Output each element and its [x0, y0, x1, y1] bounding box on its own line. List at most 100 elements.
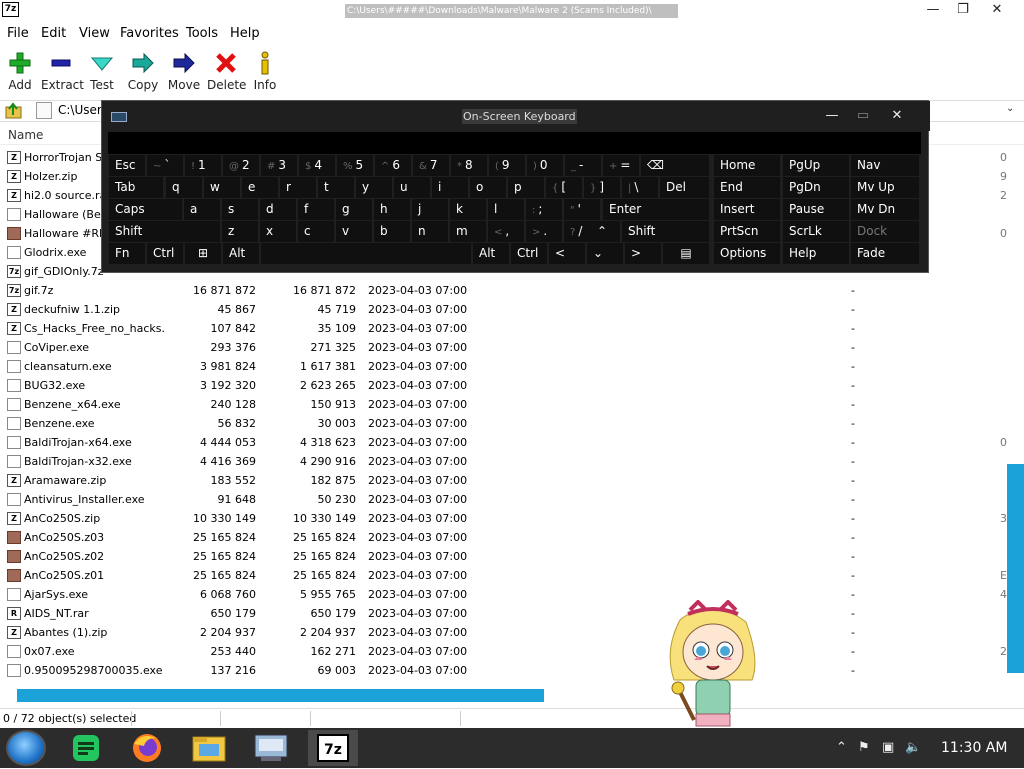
key-pgup[interactable]: PgUp — [783, 155, 849, 176]
file-row[interactable]: Antivirus_Installer.exe 91 648 50 230 2023-… — [0, 490, 1007, 509]
key-esc[interactable]: Esc — [109, 155, 145, 176]
key-n[interactable]: n — [412, 221, 448, 242]
key-c[interactable]: c — [298, 221, 334, 242]
key-prtscn[interactable]: PrtScn — [714, 221, 780, 242]
key-alt-left[interactable]: Alt — [223, 243, 259, 264]
firefox-taskbar-button[interactable] — [122, 730, 172, 766]
key-bracket[interactable]: }] — [584, 177, 620, 198]
key-x[interactable]: x — [260, 221, 296, 242]
network-icon[interactable]: ▣ — [882, 740, 894, 755]
volume-icon[interactable]: 🔈 — [905, 740, 921, 755]
file-row[interactable]: 0x07.exe 253 440 162 271 2023-04-03 07:00 - 2 — [0, 642, 1007, 661]
close-button[interactable]: ✕ — [980, 0, 1014, 20]
key-w[interactable]: w — [204, 177, 240, 198]
key-bracket[interactable]: {[ — [546, 177, 582, 198]
on-screen-keyboard-taskbar-button[interactable] — [246, 730, 296, 766]
key-windows[interactable]: ⊞ — [185, 243, 221, 264]
key-m[interactable]: m — [450, 221, 486, 242]
horizontal-scroll-thumb[interactable] — [17, 689, 544, 702]
up-folder-icon[interactable] — [5, 102, 23, 123]
file-row[interactable]: Z Abantes (1).zip 2 204 937 2 204 937 2023-0… — [0, 623, 1007, 642]
add-button[interactable]: Add — [4, 50, 36, 94]
start-button[interactable] — [6, 730, 46, 766]
test-button[interactable]: Test — [87, 50, 117, 94]
key-punct[interactable]: >. — [526, 221, 562, 242]
key-options[interactable]: Options — [714, 243, 780, 264]
file-row[interactable]: cleansaturn.exe 3 981 824 1 617 381 2023-04… — [0, 357, 1007, 376]
osk-title-bar[interactable]: On-Screen Keyboard — ▭ ✕ — [102, 101, 930, 131]
key-tab[interactable]: Tab — [109, 177, 163, 198]
key-`[interactable]: ~ ` — [147, 155, 183, 176]
menu-edit[interactable]: Edit — [41, 26, 66, 41]
key-4[interactable]: $4 — [299, 155, 335, 176]
key-menu[interactable]: ▤ — [663, 243, 709, 264]
key-f[interactable]: f — [298, 199, 334, 220]
key-5[interactable]: % 5 — [337, 155, 373, 176]
key-shift-right[interactable]: Shift — [622, 221, 709, 242]
key-6[interactable]: ^ 6 — [375, 155, 411, 176]
key-bracket[interactable]: | \ — [622, 177, 658, 198]
maximize-button[interactable]: ❐ — [946, 0, 980, 20]
key-punct[interactable]: :; — [526, 199, 562, 220]
key-3[interactable]: #3 — [261, 155, 297, 176]
key-l[interactable]: l — [488, 199, 524, 220]
key-alt-right[interactable]: Alt — [473, 243, 509, 264]
key-s[interactable]: s — [222, 199, 258, 220]
key-nav[interactable]: Nav — [851, 155, 919, 176]
key-0[interactable]: ) 0 — [527, 155, 563, 176]
key-punct[interactable]: <, — [488, 221, 524, 242]
key-7[interactable]: & 7 — [413, 155, 449, 176]
menu-tools[interactable]: Tools — [186, 26, 218, 41]
vertical-scroll-thumb[interactable] — [1007, 464, 1024, 673]
file-row[interactable]: AnCo250S.z01 25 165 824 25 165 824 2023-04-… — [0, 566, 1007, 585]
menu-view[interactable]: View — [79, 26, 110, 41]
file-row[interactable]: AjarSys.exe 6 068 760 5 955 765 2023-04-03 … — [0, 585, 1007, 604]
notes-app-taskbar-button[interactable] — [60, 730, 110, 766]
key-g[interactable]: g — [336, 199, 372, 220]
key-2[interactable]: @2 — [223, 155, 259, 176]
key-del[interactable]: Del — [660, 177, 709, 198]
key-z[interactable]: z — [222, 221, 258, 242]
key-enter[interactable]: Enter — [603, 199, 709, 220]
file-row[interactable]: Benzene_x64.exe 240 128 150 913 2023-04-03 … — [0, 395, 1007, 414]
file-row[interactable]: R AIDS_NT.rar 650 179 650 179 2023-04-03 07:… — [0, 604, 1007, 623]
column-name-header[interactable]: Name — [8, 128, 43, 142]
key-8[interactable]: * 8 — [451, 155, 487, 176]
file-row[interactable]: 7z gif.7z 16 871 872 16 871 872 2023-04-03 0… — [0, 281, 1007, 300]
key-h[interactable]: h — [374, 199, 410, 220]
key-punct[interactable]: " ' — [564, 199, 600, 220]
key-home[interactable]: Home — [714, 155, 780, 176]
osk-restore-button[interactable]: ▭ — [849, 105, 877, 127]
key-pause[interactable]: Pause — [783, 199, 849, 220]
key-dock[interactable]: Dock — [851, 221, 919, 242]
key-t[interactable]: t — [318, 177, 354, 198]
key-ctrl-right[interactable]: Ctrl — [511, 243, 547, 264]
key-pgdn[interactable]: PgDn — [783, 177, 849, 198]
key-i[interactable]: i — [432, 177, 468, 198]
file-row[interactable]: AnCo250S.z02 25 165 824 25 165 824 2023-04-… — [0, 547, 1007, 566]
file-row[interactable]: Z AnCo250S.zip 10 330 149 10 330 149 2023-04… — [0, 509, 1007, 528]
key-u[interactable]: u — [394, 177, 430, 198]
key-help[interactable]: Help — [783, 243, 849, 264]
file-row[interactable]: BaldiTrojan-x32.exe 4 416 369 4 290 916 202… — [0, 452, 1007, 471]
menu-favorites[interactable]: Favorites — [120, 26, 179, 41]
clock[interactable]: 11:30 AM — [941, 740, 1007, 756]
file-row[interactable]: CoViper.exe 293 376 271 325 2023-04-03 07:0… — [0, 338, 1007, 357]
title-bar[interactable]: 7z C:\Users\#####\Downloads\Malware\Malw… — [0, 0, 1024, 22]
minimize-button[interactable]: — — [916, 0, 950, 20]
file-row[interactable]: Z Cs_Hacks_Free_no_hacks.... 107 842 35 109… — [0, 319, 1007, 338]
key-y[interactable]: y — [356, 177, 392, 198]
key-v[interactable]: v — [336, 221, 372, 242]
file-explorer-taskbar-button[interactable] — [184, 730, 234, 766]
file-row[interactable]: Z Aramaware.zip 183 552 182 875 2023-04-03 0… — [0, 471, 1007, 490]
flag-icon[interactable]: ⚑ — [858, 740, 870, 755]
key-1[interactable]: ! 1 — [185, 155, 221, 176]
key-j[interactable]: j — [412, 199, 448, 220]
file-row[interactable]: 0.950095298700035.exe 137 216 69 003 2023-0… — [0, 661, 1007, 680]
key-9[interactable]: (9 — [489, 155, 525, 176]
key-a[interactable]: a — [184, 199, 220, 220]
file-row[interactable]: AnCo250S.z03 25 165 824 25 165 824 2023-04-… — [0, 528, 1007, 547]
file-row[interactable]: Benzene.exe 56 832 30 003 2023-04-03 07:00 - — [0, 414, 1007, 433]
key-space[interactable] — [261, 243, 471, 264]
path-dropdown-icon[interactable]: ⌄ — [1006, 103, 1014, 114]
